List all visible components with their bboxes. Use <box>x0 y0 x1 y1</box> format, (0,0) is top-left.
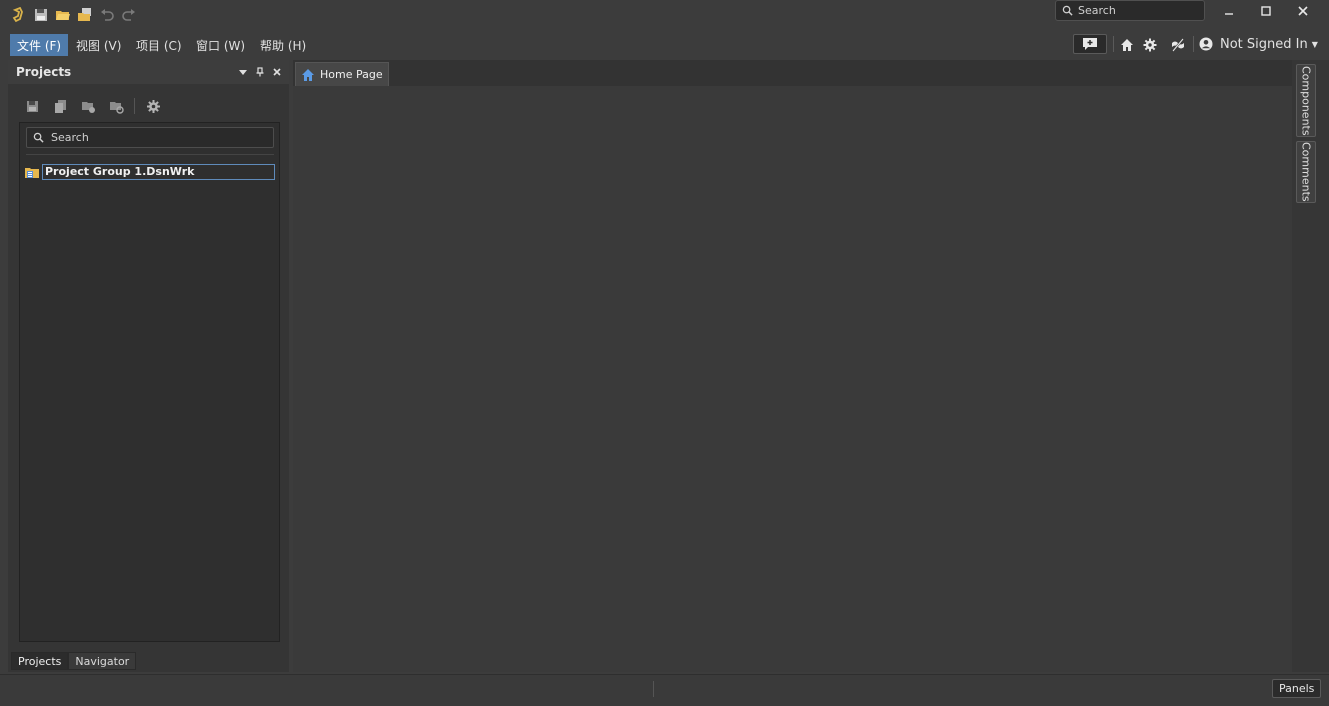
maximize-button[interactable] <box>1248 0 1284 22</box>
open-project-icon[interactable] <box>75 5 95 25</box>
save-project-button[interactable] <box>22 96 42 116</box>
gear-icon <box>146 99 160 113</box>
menu-project[interactable]: 项目 (C) <box>129 34 189 56</box>
save-icon[interactable] <box>31 5 51 25</box>
search-icon <box>1062 5 1073 16</box>
redo-icon[interactable] <box>119 5 139 25</box>
project-compile-icon <box>109 101 124 114</box>
menu-help[interactable]: 帮助 (H) <box>253 34 313 56</box>
side-panel-tabs: Components Comments <box>1292 60 1329 672</box>
tab-home-page[interactable]: Home Page <box>295 62 389 86</box>
close-button[interactable] <box>1285 0 1321 22</box>
project-options-icon <box>81 101 95 113</box>
side-tab-comments[interactable]: Comments <box>1296 141 1316 203</box>
projects-panel-header: Projects <box>8 60 289 84</box>
maximize-icon <box>1261 6 1271 16</box>
minimize-icon <box>1225 13 1233 15</box>
app-logo-icon[interactable] <box>8 5 28 25</box>
gear-icon[interactable] <box>1140 35 1160 55</box>
feedback-button[interactable] <box>1073 34 1107 54</box>
panel-title: Projects <box>16 65 72 79</box>
panel-menu-button[interactable] <box>236 65 249 78</box>
feedback-icon <box>1083 38 1097 50</box>
copy-project-button[interactable] <box>50 96 70 116</box>
tab-label: Home Page <box>320 68 383 81</box>
project-compile-button[interactable] <box>106 96 126 116</box>
home-icon <box>302 68 314 81</box>
menu-view[interactable]: 视图 (V) <box>69 34 128 56</box>
menu-window[interactable]: 窗口 (W) <box>189 34 252 56</box>
toolbar-separator <box>1113 36 1114 52</box>
projects-search-placeholder: Search <box>51 131 89 144</box>
copy-icon <box>54 99 66 113</box>
panel-pin-button[interactable] <box>253 65 266 78</box>
projects-search-input[interactable]: Search <box>26 127 274 148</box>
altium-designer-window: Search 文件 (F) 视图 (V) 项目 (C) 窗口 (W) 帮助 (H… <box>0 0 1329 706</box>
tree-item-project-group[interactable]: Project Group 1.DsnWrk <box>24 163 275 180</box>
pin-icon <box>256 66 263 76</box>
projects-tree-container: Search Project Group 1.DsnWrk <box>19 122 280 642</box>
side-tab-components[interactable]: Components <box>1296 64 1316 137</box>
global-search-input[interactable]: Search <box>1055 0 1205 21</box>
panel-close-button[interactable] <box>270 65 283 78</box>
side-tab-label: Components <box>1299 65 1313 136</box>
status-bar: Panels <box>0 674 1329 706</box>
notifications-off-icon[interactable] <box>1168 35 1188 55</box>
home-icon[interactable] <box>1117 35 1137 55</box>
chevron-down-icon <box>238 69 247 75</box>
menu-file[interactable]: 文件 (F) <box>10 34 69 56</box>
tab-projects[interactable]: Projects <box>11 652 69 670</box>
undo-icon[interactable] <box>97 5 117 25</box>
user-status-label: Not Signed In <box>1220 36 1308 52</box>
title-bar: Search <box>0 0 1329 30</box>
right-toolbar <box>1117 34 1188 56</box>
project-group-icon <box>25 167 39 178</box>
panel-tab-strip: Projects Navigator <box>11 652 137 670</box>
document-tab-strip: Home Page <box>293 60 1292 86</box>
projects-panel: Projects Search Project Group 1.DsnWrk P… <box>8 60 289 672</box>
save-icon <box>26 100 38 112</box>
project-options-button[interactable] <box>78 96 98 116</box>
chevron-down-icon: ▼ <box>1311 39 1318 49</box>
toolbar-separator <box>134 98 135 114</box>
panel-header-buttons <box>236 65 283 78</box>
panel-settings-button[interactable] <box>143 96 163 116</box>
global-search-placeholder: Search <box>1078 4 1116 17</box>
minimize-button[interactable] <box>1211 0 1247 22</box>
user-avatar-icon <box>1199 37 1213 51</box>
projects-toolbar <box>22 96 163 116</box>
side-tab-label: Comments <box>1299 142 1313 202</box>
divider <box>26 154 274 155</box>
search-icon <box>33 132 44 143</box>
close-icon <box>1298 6 1308 16</box>
open-folder-icon[interactable] <box>53 5 73 25</box>
close-icon <box>272 67 281 76</box>
panels-button[interactable]: Panels <box>1272 679 1322 698</box>
user-account-button[interactable]: Not Signed In ▼ <box>1199 34 1318 54</box>
status-separator <box>653 681 654 697</box>
tree-item-label: Project Group 1.DsnWrk <box>42 163 275 180</box>
document-area: Home Page <box>293 60 1292 672</box>
tab-navigator[interactable]: Navigator <box>68 652 137 670</box>
toolbar-separator <box>1193 36 1194 52</box>
document-content[interactable] <box>293 86 1292 672</box>
